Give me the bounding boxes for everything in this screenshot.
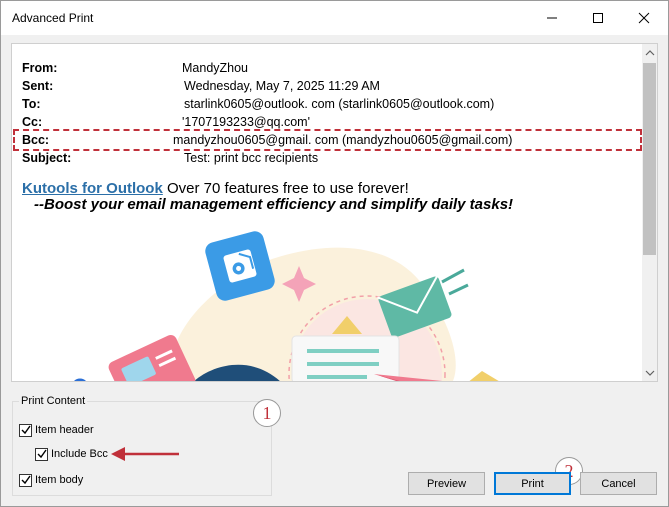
cc-label: Cc:	[22, 115, 43, 129]
cancel-button[interactable]: Cancel	[580, 472, 657, 495]
sent-label: Sent:	[22, 79, 54, 93]
item-header-label: Item header	[35, 424, 94, 436]
include-bcc-label: Include Bcc	[51, 448, 108, 460]
title-bar: Advanced Print	[1, 1, 668, 35]
scroll-thumb[interactable]	[643, 63, 656, 255]
chevron-down-icon	[645, 370, 654, 376]
to-value: starlink0605@outlook. com (starlink0605@…	[184, 97, 495, 111]
check-icon	[21, 475, 31, 485]
preview-content: From: MandyZhou Sent: Wednesday, May 7, …	[12, 44, 642, 381]
id-card-icon	[108, 334, 196, 381]
from-value: MandyZhou	[182, 61, 249, 75]
close-icon	[638, 12, 650, 24]
outlook-icon	[205, 231, 275, 301]
item-body-label: Item body	[35, 474, 84, 486]
window-title: Advanced Print	[12, 11, 94, 25]
promo-text: Over 70 features free to use forever!	[162, 180, 409, 197]
print-preview-pane[interactable]: From: MandyZhou Sent: Wednesday, May 7, …	[11, 43, 658, 382]
item-body-option[interactable]: Item body	[19, 472, 83, 488]
from-label: From:	[22, 61, 58, 75]
to-label: To:	[22, 97, 41, 111]
chevron-up-icon	[645, 49, 654, 55]
check-icon	[37, 449, 47, 459]
sent-value: Wednesday, May 7, 2025 11:29 AM	[184, 79, 380, 93]
include-bcc-option[interactable]: Include Bcc	[35, 446, 108, 462]
item-header-option[interactable]: Item header	[19, 422, 94, 438]
print-content-title: Print Content	[19, 395, 88, 407]
promo-line: Kutools for Outlook Over 70 features fre…	[22, 180, 409, 197]
item-body-checkbox[interactable]	[19, 473, 32, 487]
preview-button[interactable]: Preview	[408, 472, 485, 495]
close-button[interactable]	[621, 1, 667, 35]
promo-illustration	[73, 231, 499, 381]
promo-tagline: --Boost your email management efficiency…	[34, 196, 514, 213]
minimize-button[interactable]	[529, 1, 575, 35]
scroll-down-button[interactable]	[642, 364, 657, 381]
step-1-marker: 1	[253, 399, 281, 427]
arrow-left-icon	[111, 447, 179, 461]
maximize-button[interactable]	[575, 1, 621, 35]
maximize-icon	[593, 13, 603, 23]
subject-label: Subject:	[22, 151, 72, 165]
advanced-print-window: Advanced Print From: MandyZhou Sent: Wed…	[0, 0, 669, 507]
cc-value: '1707193233@qq.com'	[182, 115, 310, 129]
paper-plane-icon	[374, 374, 443, 381]
bcc-highlight-box	[13, 129, 642, 151]
include-bcc-checkbox[interactable]	[35, 447, 48, 461]
kutools-link[interactable]: Kutools for Outlook	[22, 180, 163, 197]
scroll-up-button[interactable]	[642, 44, 657, 61]
check-icon	[21, 425, 31, 435]
print-button[interactable]: Print	[494, 472, 571, 495]
sparkle-icon	[282, 266, 316, 302]
vertical-scrollbar[interactable]	[642, 44, 657, 381]
subject-value: Test: print bcc recipients	[184, 151, 319, 165]
item-header-checkbox[interactable]	[19, 423, 32, 437]
envelope-icon	[377, 274, 452, 338]
minimize-icon	[547, 17, 557, 19]
